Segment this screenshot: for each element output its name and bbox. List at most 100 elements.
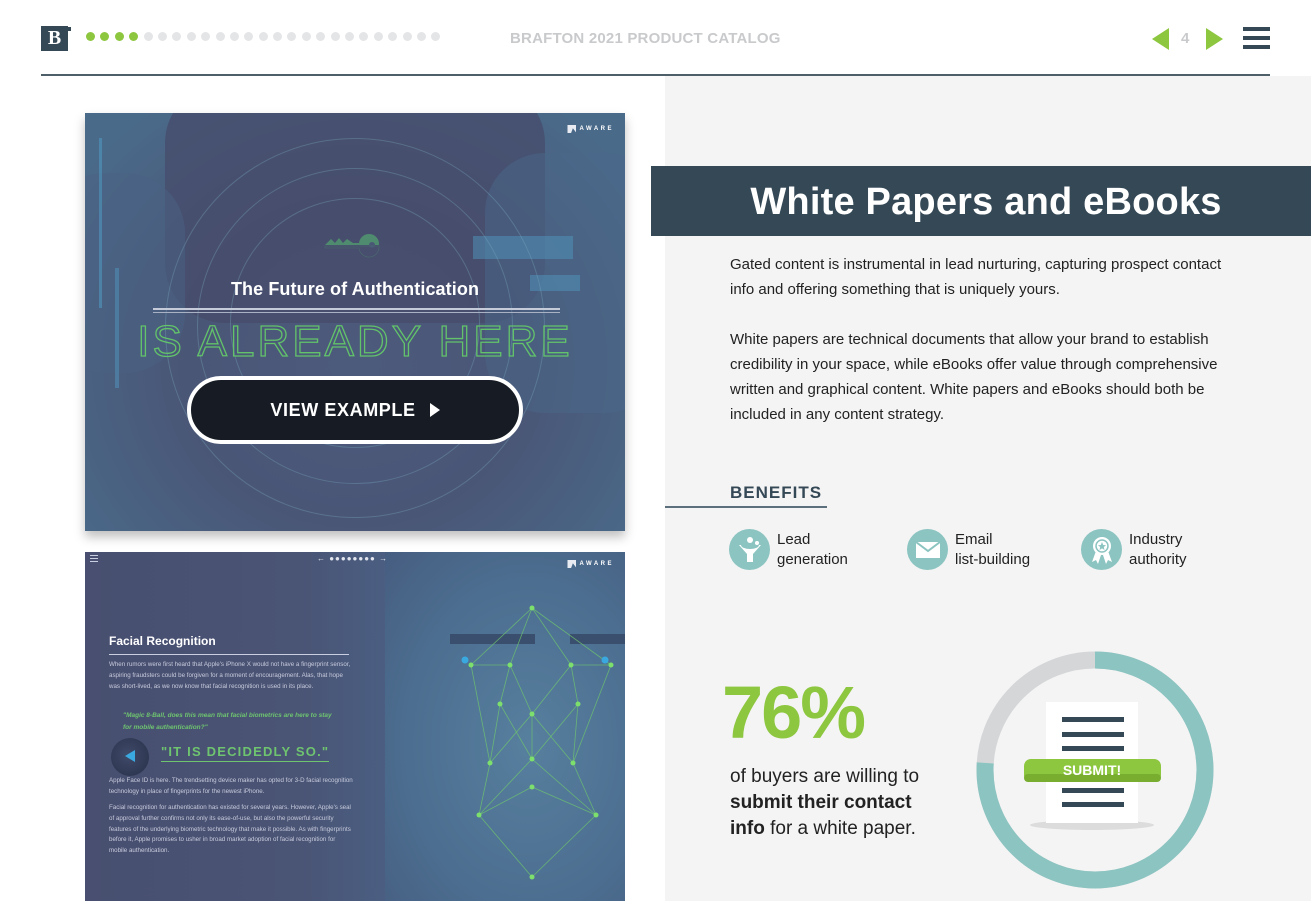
mesh-line	[478, 814, 533, 878]
mesh-line	[531, 786, 597, 816]
progress-dot[interactable]	[388, 32, 398, 41]
progress-dot[interactable]	[186, 32, 196, 41]
example-cover-image[interactable]: AWARE The Future of Authentication IS AL…	[85, 113, 625, 531]
mesh-point	[593, 812, 599, 818]
envelope-icon	[907, 529, 948, 570]
aware-logo: AWARE	[567, 560, 614, 568]
mesh-point	[529, 711, 535, 717]
hamburger-menu-icon[interactable]	[1243, 27, 1270, 50]
section-title-band: White Papers and eBooks	[651, 166, 1311, 236]
progress-dot[interactable]	[345, 32, 355, 41]
mesh-line	[531, 664, 572, 715]
mesh-line	[509, 607, 533, 666]
mesh-point	[507, 662, 513, 668]
cover-rule	[153, 308, 560, 310]
progress-dot[interactable]	[373, 32, 383, 41]
mesh-point	[575, 701, 581, 707]
progress-dot-complete[interactable]	[114, 32, 124, 41]
progress-dot[interactable]	[301, 32, 311, 41]
eye-marker	[601, 656, 609, 664]
progress-dot[interactable]	[244, 32, 254, 41]
description-paragraph: White papers are technical documents tha…	[730, 331, 1218, 423]
progress-dot[interactable]	[287, 32, 297, 41]
view-example-button[interactable]: VIEW EXAMPLE	[187, 376, 523, 444]
progress-dot[interactable]	[359, 32, 369, 41]
cover-rule	[153, 312, 560, 313]
preview-menu-icon	[90, 555, 98, 564]
progress-dot-complete[interactable]	[100, 32, 110, 41]
cover-title: The Future of Authentication	[230, 279, 480, 299]
preview-title: Facial Recognition	[109, 634, 216, 648]
progress-dot[interactable]	[172, 32, 182, 41]
progress-dot[interactable]	[273, 32, 283, 41]
mesh-line	[470, 607, 533, 666]
mesh-line	[531, 607, 572, 666]
play-icon	[429, 403, 440, 417]
mesh-line	[478, 762, 491, 816]
mesh-line	[499, 703, 533, 760]
progress-dot[interactable]	[402, 32, 412, 41]
progress-dot[interactable]	[431, 32, 441, 41]
mesh-point	[468, 662, 474, 668]
preview-paragraph: Facial recognition for authentication ha…	[109, 804, 351, 855]
benefits-rule	[665, 506, 827, 508]
benefits-heading: BENEFITS	[730, 483, 823, 502]
award-ribbon-icon	[1081, 529, 1122, 570]
progress-dot[interactable]	[258, 32, 268, 41]
progress-dot[interactable]	[229, 32, 239, 41]
progress-dot[interactable]	[215, 32, 225, 41]
aware-mark-icon	[567, 560, 577, 568]
mesh-point	[529, 605, 535, 611]
progress-dot-complete[interactable]	[129, 32, 139, 41]
mesh-point	[529, 756, 535, 762]
aware-logo: AWARE	[567, 125, 614, 133]
preview-paragraph: When rumors were first heard that Apple'…	[109, 661, 351, 690]
facial-recognition-preview[interactable]: ← ●●●●●●●● → AWARE Facial Recognition Wh…	[85, 552, 625, 901]
mesh-point	[497, 701, 503, 707]
mesh-line	[572, 762, 597, 816]
funnel-icon	[729, 529, 770, 570]
preview-nav: ← ●●●●●●●● →	[317, 554, 389, 563]
mesh-line	[572, 664, 612, 764]
progress-dot-complete[interactable]	[86, 32, 95, 41]
mesh-line	[489, 703, 501, 764]
progress-dot[interactable]	[157, 32, 167, 41]
mesh-line	[470, 664, 491, 764]
mesh-line	[478, 758, 533, 816]
face-mesh-graphic	[461, 605, 614, 880]
preview-paragraph: Apple Face ID is here. The trendsetting …	[109, 777, 353, 795]
submit-label: SUBMIT!	[1063, 762, 1121, 778]
intro-paragraph: Gated content is instrumental in lead nu…	[730, 256, 1222, 298]
aware-mark-icon	[567, 125, 577, 133]
mesh-line	[531, 814, 597, 878]
brafton-logo[interactable]: B	[41, 26, 68, 51]
mesh-point	[568, 662, 574, 668]
progress-dot[interactable]	[330, 32, 340, 41]
eye-marker	[461, 656, 469, 664]
mesh-point	[487, 760, 493, 766]
mesh-line	[531, 713, 574, 764]
mesh-line	[531, 607, 612, 666]
stat-percentage: 76%	[722, 671, 866, 754]
progress-dot[interactable]	[416, 32, 426, 41]
preview-rule	[109, 654, 349, 655]
progress-dot[interactable]	[143, 32, 153, 41]
mesh-point	[529, 784, 535, 790]
progress-dot[interactable]	[201, 32, 211, 41]
mesh-point	[529, 874, 535, 880]
mesh-point	[476, 812, 482, 818]
progress-dot[interactable]	[316, 32, 326, 41]
cover-headline: IS ALREADY HERE	[137, 316, 573, 366]
section-title: White Papers and eBooks	[750, 181, 1222, 223]
mesh-line	[570, 664, 579, 705]
triangle-left-icon[interactable]	[1152, 28, 1169, 50]
mesh-line	[489, 713, 533, 764]
view-example-label: VIEW EXAMPLE	[270, 399, 416, 420]
mesh-line	[499, 664, 511, 705]
magic-8-ball-icon	[111, 738, 149, 776]
stat-description: of buyers are willing to submit their co…	[730, 766, 920, 839]
benefit-lead-generation: Lead generation	[729, 529, 848, 570]
triangle-right-icon[interactable]	[1206, 28, 1223, 50]
mesh-line	[531, 703, 579, 760]
mesh-point	[608, 662, 614, 668]
